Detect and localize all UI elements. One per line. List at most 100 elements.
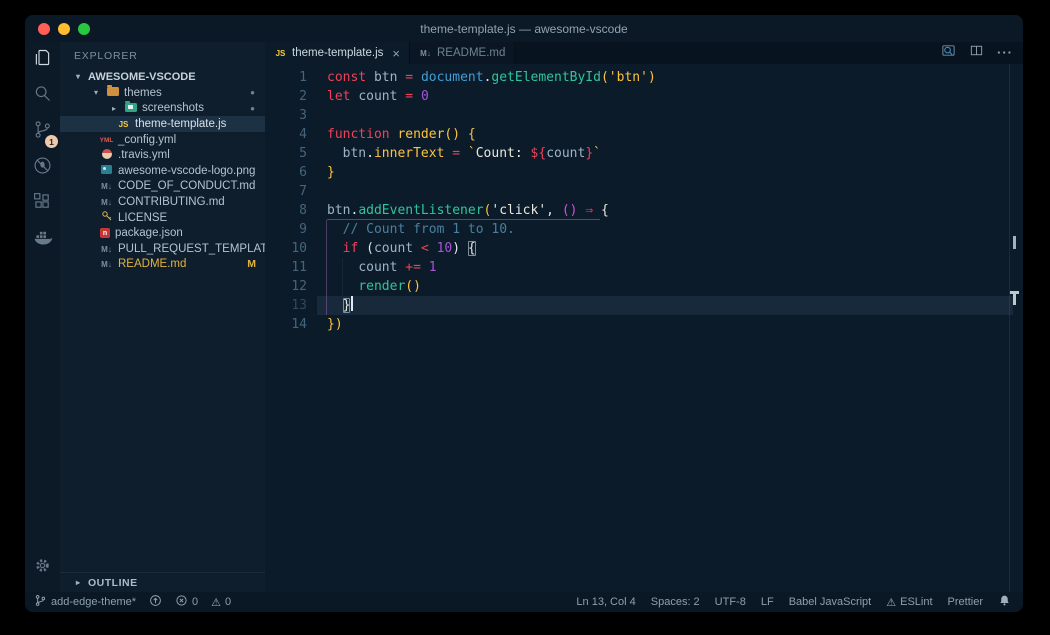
tree-item-contributing-md[interactable]: M↓ CONTRIBUTING.md: [60, 194, 265, 210]
close-tab-icon[interactable]: ×: [392, 47, 400, 60]
warning-icon: ⚠: [211, 596, 222, 609]
outline-label: OUTLINE: [88, 576, 138, 589]
status-lf[interactable]: LF: [761, 596, 774, 608]
status-0[interactable]: 0: [175, 594, 198, 610]
activity-docker-button[interactable]: [25, 222, 60, 258]
tree-item-label: CONTRIBUTING.md: [118, 195, 225, 208]
status-add-edge-theme-[interactable]: add-edge-theme*: [34, 594, 136, 610]
md-icon: M↓: [101, 260, 112, 270]
titlebar: theme-template.js — awesome-vscode: [25, 15, 1023, 42]
status-utf-8[interactable]: UTF-8: [715, 596, 746, 608]
tree-item-screenshots[interactable]: ▸ screenshots ●: [60, 100, 265, 117]
tree-item-label: screenshots: [142, 102, 205, 115]
code-line-3[interactable]: 3: [265, 106, 1023, 125]
md-icon: M↓: [420, 49, 431, 58]
code-line-2[interactable]: 2 let count = 0: [265, 87, 1023, 106]
code-line-8[interactable]: 8 btn.addEventListener('click', () ⇒ {: [265, 201, 1023, 220]
folder-icon: [106, 85, 119, 99]
code-line-12[interactable]: 12 render(): [265, 277, 1023, 296]
tree-item-theme-template-js[interactable]: JS theme-template.js: [60, 116, 265, 132]
open-preview-button[interactable]: [941, 43, 956, 63]
code-line-14[interactable]: 14}): [265, 315, 1023, 334]
md-icon: M↓: [101, 197, 112, 207]
line-number: 11: [291, 260, 307, 275]
indent-guide: [342, 258, 343, 296]
code-line-1[interactable]: 1 const btn = document.getElementById('bt…: [265, 68, 1023, 87]
status-0[interactable]: ⚠ 0: [211, 596, 231, 609]
tab-label: theme-template.js: [292, 47, 384, 59]
code-line-9[interactable]: 9 // Count from 1 to 10.: [265, 220, 1023, 239]
code-text: count += 1: [358, 260, 437, 275]
activity-files-button[interactable]: [25, 42, 60, 78]
tab-theme-template-js[interactable]: JS theme-template.js ×: [265, 42, 410, 64]
status-babel-javascript[interactable]: Babel JavaScript: [789, 596, 872, 608]
error-icon: [175, 594, 188, 610]
code-text: }: [327, 165, 335, 180]
status-sync[interactable]: [149, 594, 162, 610]
minimize-window-button[interactable]: [58, 22, 70, 35]
status-spaces-2[interactable]: Spaces: 2: [651, 596, 700, 608]
tree-item--travis-yml[interactable]: .travis.yml: [60, 147, 265, 163]
tree-root-awesome-vscode[interactable]: ▾ AWESOME-VSCODE: [60, 68, 265, 85]
line-number: 4: [299, 127, 307, 142]
activity-search-button[interactable]: [25, 78, 60, 114]
split-editor-button[interactable]: [969, 43, 984, 63]
code-text: if (count < 10) {: [342, 241, 476, 256]
code-line-7[interactable]: 7: [265, 182, 1023, 201]
tree-item-code-of-conduct-md[interactable]: M↓ CODE_OF_CONDUCT.md: [60, 179, 265, 195]
chevron-right-icon: ▸: [76, 578, 81, 587]
code-line-10[interactable]: 10 if (count < 10) {: [265, 239, 1023, 258]
travis-icon: [100, 148, 113, 162]
tree-item-pull-request-template-md[interactable]: M↓ PULL_REQUEST_TEMPLATE.md: [60, 241, 294, 257]
outline-section[interactable]: ▸ OUTLINE: [60, 572, 265, 592]
tree-item--config-yml[interactable]: YML _config.yml: [60, 132, 265, 148]
tree-item-license[interactable]: LICENSE: [60, 210, 265, 226]
tree-item-themes[interactable]: ▾ themes ●: [60, 85, 265, 101]
status-bell[interactable]: [998, 594, 1011, 610]
tree-item-label: LICENSE: [118, 211, 168, 224]
code-line-6[interactable]: 6}: [265, 163, 1023, 182]
line-number: 2: [299, 89, 307, 104]
branch-icon: [34, 594, 47, 610]
line-number: 12: [291, 279, 307, 294]
status-prettier[interactable]: Prettier: [948, 596, 983, 608]
license-icon: [100, 210, 113, 225]
files-icon: [32, 47, 53, 73]
line-number: 3: [299, 108, 307, 123]
chevron-right-icon: ▸: [112, 103, 117, 113]
status-ln-13-col-4[interactable]: Ln 13, Col 4: [576, 596, 635, 608]
activity-source-control-button[interactable]: 1: [25, 114, 60, 150]
code-text: }: [327, 296, 354, 315]
activity-extensions-button[interactable]: [25, 186, 60, 222]
code-text: }): [327, 317, 343, 332]
code-line-13[interactable]: 13 }: [265, 296, 1023, 315]
tree-item-label: _config.yml: [118, 133, 177, 146]
code-line-5[interactable]: 5 btn.innerText = `Count: ${count}`: [265, 144, 1023, 163]
code-line-4[interactable]: 4 function render() {: [265, 125, 1023, 144]
code-editor[interactable]: 1 const btn = document.getElementById('bt…: [265, 64, 1023, 592]
tree-item-readme-md[interactable]: M↓ README.md M: [60, 257, 265, 273]
activity-settings-button[interactable]: [25, 550, 60, 586]
tree-item-label: themes: [124, 86, 162, 99]
zoom-window-button[interactable]: [78, 22, 90, 35]
tree-item-package-json[interactable]: n package.json: [60, 225, 265, 241]
code-line-11[interactable]: 11 count += 1: [265, 258, 1023, 277]
tree-item-label: README.md: [118, 258, 187, 271]
activity-debug-button[interactable]: [25, 150, 60, 186]
more-actions-button[interactable]: ···: [997, 44, 1013, 62]
overview-ruler-border: [1009, 64, 1010, 592]
overview-ruler-mark: [1013, 291, 1016, 305]
tab-bar: JS theme-template.js × M↓ README.md ···: [265, 42, 1023, 64]
close-window-button[interactable]: [38, 22, 50, 35]
line-number: 13: [291, 298, 307, 313]
tab-readme-md[interactable]: M↓ README.md: [410, 42, 516, 64]
npm-icon: n: [100, 228, 110, 239]
js-icon: JS: [118, 119, 129, 129]
line-number: 1: [299, 70, 307, 85]
overview-ruler-mark: [1013, 236, 1016, 249]
explorer-sidebar: EXPLORER ▾ AWESOME-VSCODE ▾ themes ● ▸ scree…: [60, 42, 294, 592]
bracket-guide-horizontal: [327, 219, 600, 220]
tree-item-label: awesome-vscode-logo.png: [118, 164, 256, 177]
status-eslint[interactable]: ⚠ ESLint: [886, 596, 932, 609]
tree-item-awesome-vscode-logo-png[interactable]: awesome-vscode-logo.png: [60, 163, 265, 179]
